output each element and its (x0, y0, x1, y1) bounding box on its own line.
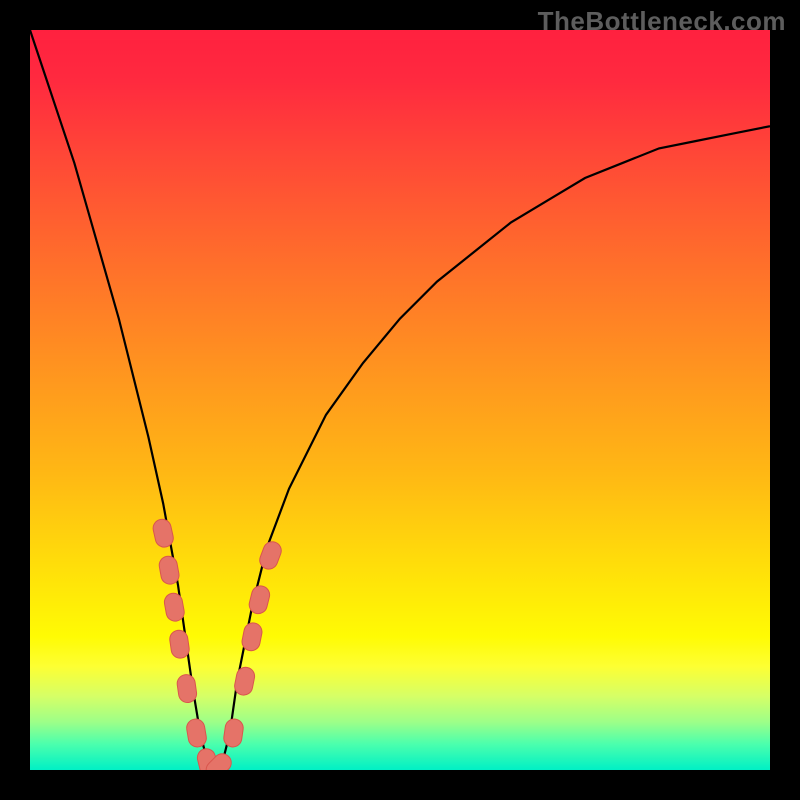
marker-pill (240, 621, 263, 652)
plot-area (30, 30, 770, 770)
marker-pill (151, 518, 175, 549)
marker-pill (163, 592, 186, 623)
marker-pill (223, 718, 245, 748)
marker-pill (169, 629, 191, 659)
marker-pill (158, 555, 181, 586)
highlight-markers (151, 518, 283, 770)
outer-frame: TheBottleneck.com (0, 0, 800, 800)
marker-pill (176, 673, 198, 703)
bottleneck-curve (30, 30, 770, 770)
curve-layer (30, 30, 770, 770)
marker-pill (233, 666, 256, 697)
marker-pill (185, 718, 207, 749)
